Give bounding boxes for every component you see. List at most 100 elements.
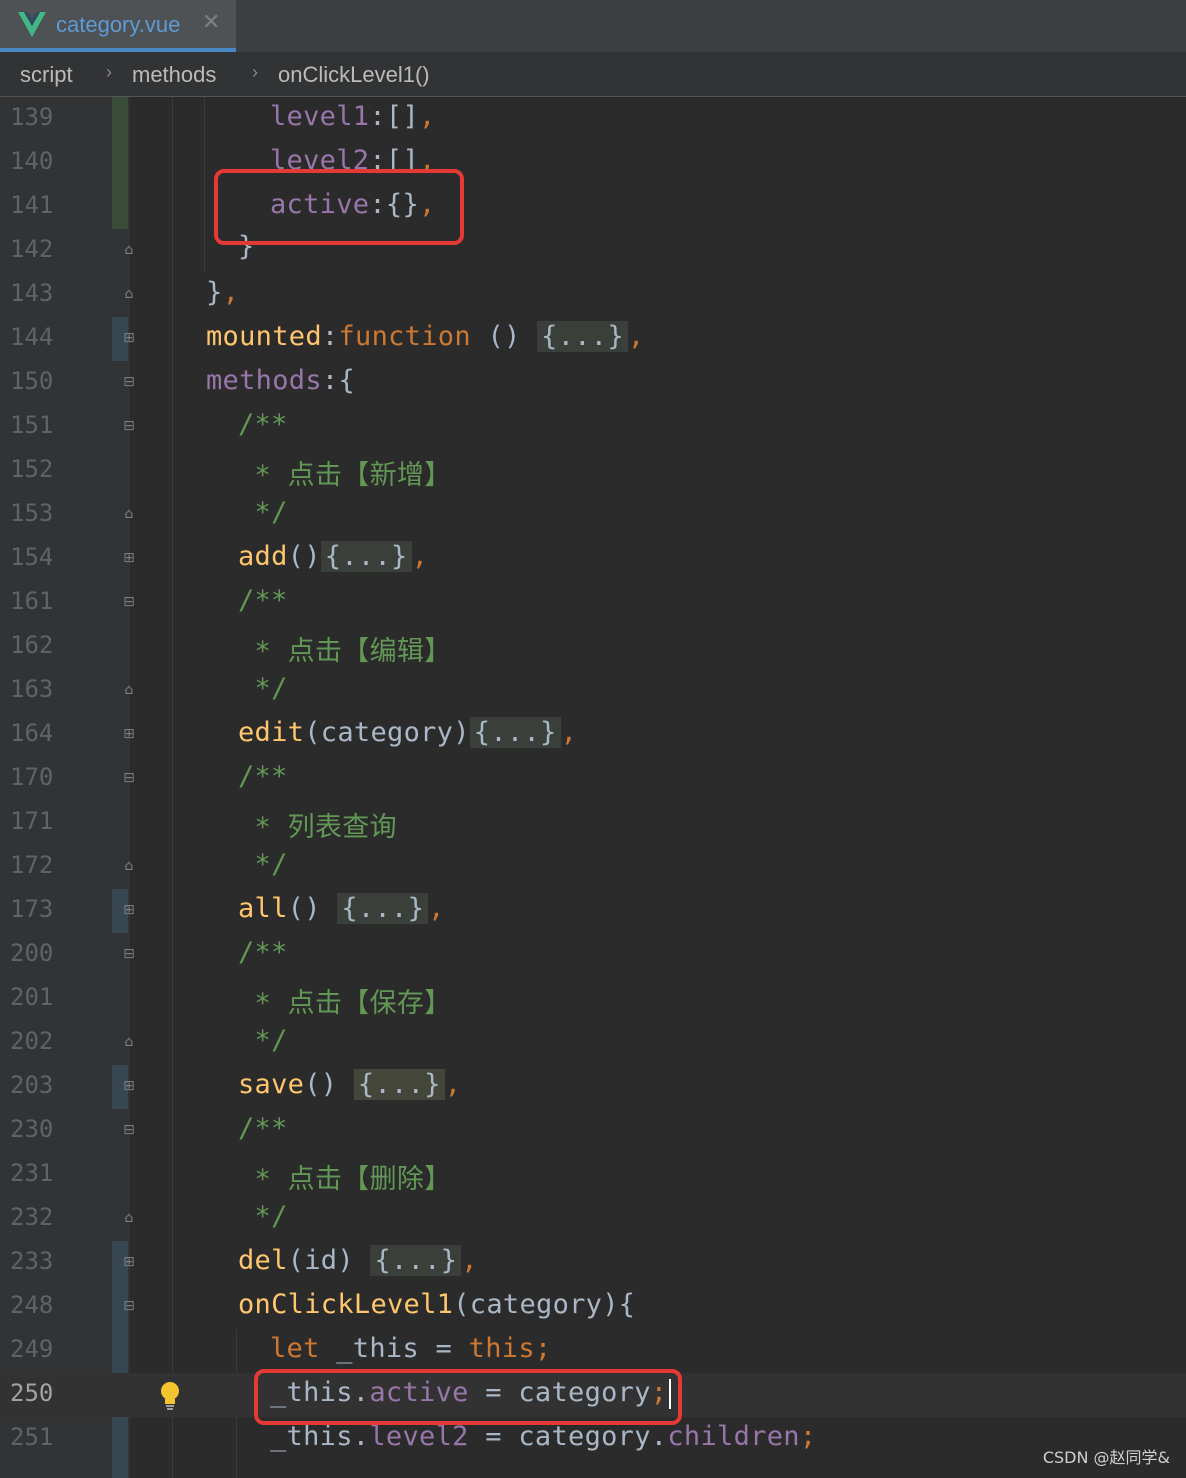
code-line: 153 ⌂ */ xyxy=(0,493,1186,537)
code-line: 163 ⌂ */ xyxy=(0,669,1186,713)
code-line: 171 * 列表查询 xyxy=(0,801,1186,845)
code-line: 231 * 点击【删除】 xyxy=(0,1153,1186,1197)
line-number: 202 xyxy=(10,1027,54,1055)
code-editor[interactable]: 139 level1:[], 140 level2:[], 141 active… xyxy=(0,97,1186,1478)
code-line: 152 * 点击【新增】 xyxy=(0,449,1186,493)
expand-fold-icon[interactable]: ⊞ xyxy=(121,1254,137,1270)
line-number: 250 xyxy=(10,1379,54,1407)
collapse-fold-icon[interactable]: ⊟ xyxy=(121,374,137,390)
code-line: 154 ⊞ add() {...}, xyxy=(0,537,1186,581)
collapse-fold-icon[interactable]: ⊟ xyxy=(121,594,137,610)
fold-end-icon[interactable]: ⌂ xyxy=(121,1210,137,1226)
breadcrumb-item-script[interactable]: script xyxy=(20,62,73,88)
folded-block[interactable]: {...} xyxy=(469,717,561,748)
line-number: 164 xyxy=(10,719,54,747)
collapse-fold-icon[interactable]: ⊟ xyxy=(121,418,137,434)
line-number: 150 xyxy=(10,367,54,395)
annotation-box-active-property xyxy=(214,169,464,245)
code-text: add() {...}, xyxy=(238,541,429,572)
code-text: save() {...}, xyxy=(238,1069,462,1100)
line-number: 162 xyxy=(10,631,54,659)
expand-fold-icon[interactable]: ⊞ xyxy=(121,550,137,566)
code-line: 170 ⊟ /** xyxy=(0,757,1186,801)
collapse-fold-icon[interactable]: ⊟ xyxy=(121,946,137,962)
expand-fold-icon[interactable]: ⊞ xyxy=(121,902,137,918)
line-number: 143 xyxy=(10,279,54,307)
line-number: 172 xyxy=(10,851,54,879)
line-number: 251 xyxy=(10,1423,54,1451)
code-line: 143 ⌂ }, xyxy=(0,273,1186,317)
folded-block[interactable]: {...} xyxy=(537,321,628,352)
line-number: 170 xyxy=(10,763,54,791)
fold-end-icon[interactable]: ⌂ xyxy=(121,286,137,302)
breadcrumb-item-onclicklevel1[interactable]: onClickLevel1() xyxy=(278,62,430,88)
tab-title: category.vue xyxy=(56,12,181,37)
line-number: 153 xyxy=(10,499,54,527)
line-number: 154 xyxy=(10,543,54,571)
code-line: 161 ⊟ /** xyxy=(0,581,1186,625)
watermark: CSDN @赵同学& xyxy=(1042,1448,1170,1467)
code-line: 200 ⊟ /** xyxy=(0,933,1186,977)
code-comment: * 点击【新增】 xyxy=(238,460,452,491)
code-text: onClickLevel1(category){ xyxy=(238,1289,636,1320)
expand-fold-icon[interactable]: ⊞ xyxy=(121,330,137,346)
code-text: }, xyxy=(206,277,240,308)
line-number: 142 xyxy=(10,235,54,263)
code-comment: */ xyxy=(238,1025,288,1056)
code-line: 141 active:{}, xyxy=(0,185,1186,229)
code-comment: /** xyxy=(238,761,288,792)
fold-end-icon[interactable]: ⌂ xyxy=(121,1034,137,1050)
collapse-fold-icon[interactable]: ⊟ xyxy=(121,1298,137,1314)
code-line: 151 ⊟ /** xyxy=(0,405,1186,449)
line-number: 203 xyxy=(10,1071,54,1099)
code-text: _this.level2 = category.children; xyxy=(270,1421,817,1452)
fold-end-icon[interactable]: ⌂ xyxy=(121,858,137,874)
expand-fold-icon[interactable]: ⊞ xyxy=(121,726,137,742)
line-number: 163 xyxy=(10,675,54,703)
code-comment: /** xyxy=(238,585,288,616)
vue-logo-icon xyxy=(18,12,46,37)
code-comment: * 点击【删除】 xyxy=(238,1164,452,1195)
code-line: 172 ⌂ */ xyxy=(0,845,1186,889)
fold-end-icon[interactable]: ⌂ xyxy=(121,682,137,698)
line-number: 231 xyxy=(10,1159,54,1187)
code-comment: /** xyxy=(238,1113,288,1144)
line-number: 249 xyxy=(10,1335,54,1363)
fold-end-icon[interactable]: ⌂ xyxy=(121,506,137,522)
annotation-box-active-assignment xyxy=(254,1369,682,1425)
editor-tab-bar: category.vue ✕ xyxy=(0,0,1186,53)
fold-end-icon[interactable]: ⌂ xyxy=(121,242,137,258)
code-text: del(id) {...}, xyxy=(238,1245,478,1276)
line-number: 140 xyxy=(10,147,54,171)
code-line: 201 * 点击【保存】 xyxy=(0,977,1186,1021)
code-line: 203 ⊞ save() {...}, xyxy=(0,1065,1186,1109)
line-number: 200 xyxy=(10,939,54,967)
line-number: 152 xyxy=(10,455,54,483)
close-tab-icon[interactable]: ✕ xyxy=(202,10,220,35)
collapse-fold-icon[interactable]: ⊟ xyxy=(121,770,137,786)
code-line: 142 ⌂ } xyxy=(0,229,1186,273)
code-comment: * 列表查询 xyxy=(238,812,397,843)
folded-block[interactable]: {...} xyxy=(353,1069,445,1100)
code-comment: /** xyxy=(238,409,288,440)
folded-block[interactable]: {...} xyxy=(337,893,429,924)
code-text: level2:[], xyxy=(270,145,436,171)
code-text: level1:[], xyxy=(270,101,436,132)
collapse-fold-icon[interactable]: ⊟ xyxy=(121,1122,137,1138)
folded-block[interactable]: {...} xyxy=(370,1245,462,1276)
tab-category-vue[interactable]: category.vue ✕ xyxy=(0,0,236,52)
code-text: mounted:function () {...}, xyxy=(206,321,645,352)
folded-block[interactable]: {...} xyxy=(320,541,412,572)
expand-fold-icon[interactable]: ⊞ xyxy=(121,1078,137,1094)
code-line: 248 ⊟ onClickLevel1(category){ xyxy=(0,1285,1186,1329)
code-line: 162 * 点击【编辑】 xyxy=(0,625,1186,669)
code-text: edit(category) {...}, xyxy=(238,717,578,748)
lightbulb-intention-icon[interactable] xyxy=(158,1381,182,1411)
breadcrumb-separator: › xyxy=(252,62,258,82)
line-number: 161 xyxy=(10,587,54,615)
code-line: 249 let _this = this; xyxy=(0,1329,1186,1373)
code-line: 140 level2:[], xyxy=(0,141,1186,171)
line-number: 232 xyxy=(10,1203,54,1231)
breadcrumb-item-methods[interactable]: methods xyxy=(132,62,216,88)
code-comment: */ xyxy=(238,849,288,880)
